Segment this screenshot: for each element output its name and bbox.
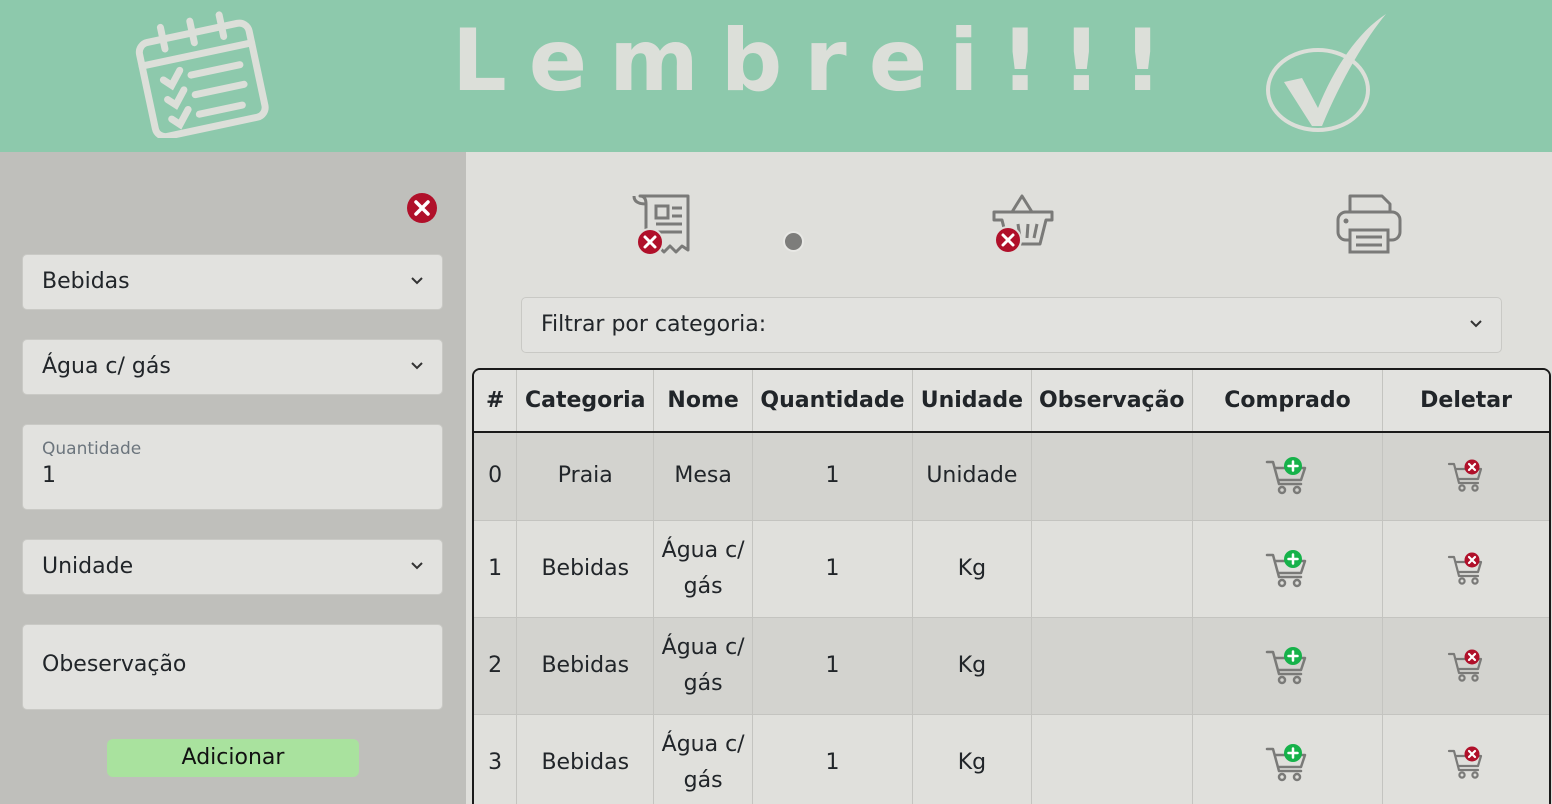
cell-name: Água c/ gás — [653, 520, 754, 618]
chevron-down-icon — [411, 562, 423, 570]
cell-unit: Unidade — [912, 432, 1032, 521]
col-header-observation: Observação — [1031, 370, 1193, 433]
add-button[interactable]: Adicionar — [107, 739, 359, 777]
col-header-delete: Deletar — [1382, 370, 1549, 433]
app-title: Lembrei!!! — [452, 11, 1185, 111]
cell-index: 0 — [474, 432, 518, 521]
close-sidebar-icon[interactable] — [406, 192, 438, 224]
table-row: 0 Praia Mesa 1 Unidade — [474, 432, 1549, 521]
cart-add-icon[interactable] — [1265, 549, 1309, 589]
cell-category: Praia — [516, 432, 655, 521]
cell-quantity: 1 — [752, 520, 913, 618]
table-row: 1 Bebidas Água c/ gás 1 Kg — [474, 520, 1549, 618]
col-header-unit: Unidade — [912, 370, 1032, 433]
chevron-down-icon — [411, 277, 423, 285]
cell-unit: Kg — [912, 520, 1032, 618]
cell-observation — [1031, 714, 1193, 804]
col-header-category: Categoria — [516, 370, 655, 433]
cell-unit: Kg — [912, 617, 1032, 715]
chevron-down-icon — [1470, 320, 1482, 328]
table-row: 2 Bebidas Água c/ gás 1 Kg — [474, 617, 1549, 715]
item-select[interactable]: Água c/ gás — [22, 339, 443, 395]
category-select[interactable]: Bebidas — [22, 254, 443, 310]
clear-receipt-icon[interactable] — [630, 190, 698, 258]
cell-delete — [1382, 617, 1549, 715]
category-filter-label: Filtrar por categoria: — [541, 312, 767, 337]
table-row: 3 Bebidas Água c/ gás 1 Kg — [474, 714, 1549, 804]
cell-delete — [1382, 714, 1549, 804]
col-header-bought: Comprado — [1192, 370, 1384, 433]
col-header-name: Nome — [653, 370, 754, 433]
category-filter-select[interactable]: Filtrar por categoria: — [521, 297, 1502, 353]
cart-delete-icon[interactable] — [1447, 648, 1485, 684]
cell-category: Bebidas — [516, 520, 655, 618]
cell-index: 1 — [474, 520, 518, 618]
cell-name: Mesa — [653, 432, 754, 521]
cell-delete — [1382, 520, 1549, 618]
cell-delete — [1382, 432, 1549, 521]
cell-index: 2 — [474, 617, 518, 715]
col-header-index: # — [474, 370, 518, 433]
calendar-checklist-icon — [135, 11, 269, 138]
cart-delete-icon[interactable] — [1447, 458, 1485, 494]
cell-observation — [1031, 617, 1193, 715]
cell-index: 3 — [474, 714, 518, 804]
quantity-field[interactable]: Quantidade 1 — [22, 424, 443, 510]
cell-unit: Kg — [912, 714, 1032, 804]
cell-bought — [1192, 617, 1384, 715]
item-select-value: Água c/ gás — [42, 354, 171, 379]
table-header-row: # Categoria Nome Quantidade Unidade Obse… — [474, 370, 1549, 433]
printer-icon[interactable] — [1334, 190, 1404, 258]
quantity-value: 1 — [42, 463, 56, 488]
observation-placeholder: Obeservação — [42, 652, 187, 677]
cart-add-icon[interactable] — [1265, 456, 1309, 496]
col-header-quantity: Quantidade — [752, 370, 913, 433]
cell-bought — [1192, 714, 1384, 804]
cart-add-icon[interactable] — [1265, 646, 1309, 686]
cell-bought — [1192, 432, 1384, 521]
cell-bought — [1192, 520, 1384, 618]
app-header: Lembrei!!! — [0, 0, 1552, 152]
shopping-list-table: # Categoria Nome Quantidade Unidade Obse… — [472, 368, 1551, 804]
cell-observation — [1031, 520, 1193, 618]
clear-basket-icon[interactable] — [990, 190, 1058, 258]
unit-select[interactable]: Unidade — [22, 539, 443, 595]
category-select-value: Bebidas — [42, 269, 130, 294]
cell-name: Água c/ gás — [653, 617, 754, 715]
cell-observation — [1031, 432, 1193, 521]
observation-textarea[interactable]: Obeservação — [22, 624, 443, 710]
chevron-down-icon — [411, 362, 423, 370]
cell-quantity: 1 — [752, 617, 913, 715]
unit-select-value: Unidade — [42, 554, 134, 579]
cell-quantity: 1 — [752, 714, 913, 804]
quantity-label: Quantidade — [42, 439, 142, 459]
checkmark-icon — [1266, 14, 1386, 132]
cell-category: Bebidas — [516, 714, 655, 804]
cart-add-icon[interactable] — [1265, 743, 1309, 783]
cell-category: Bebidas — [516, 617, 655, 715]
status-dot — [783, 231, 804, 252]
cell-name: Água c/ gás — [653, 714, 754, 804]
cell-quantity: 1 — [752, 432, 913, 521]
cart-delete-icon[interactable] — [1447, 745, 1485, 781]
cart-delete-icon[interactable] — [1447, 551, 1485, 587]
